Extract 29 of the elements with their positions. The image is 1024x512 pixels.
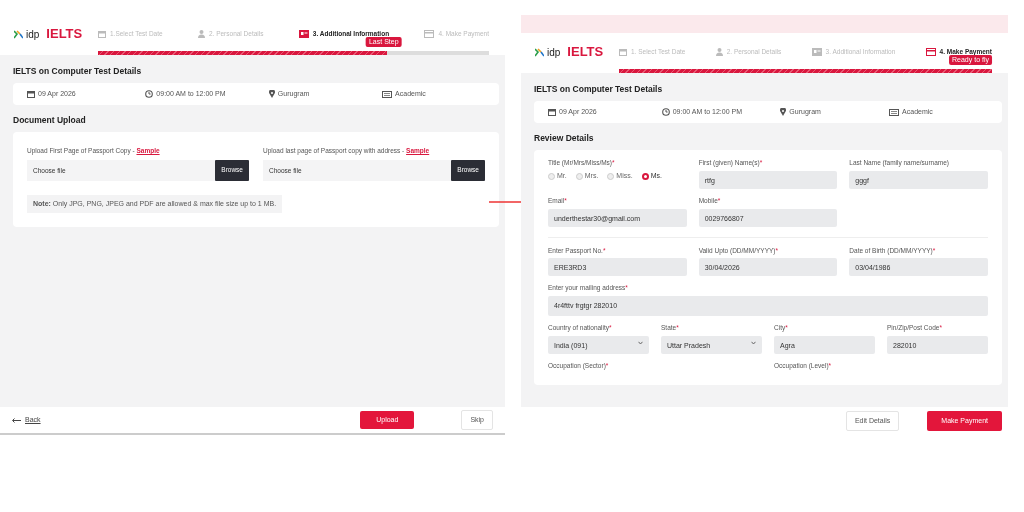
id-card-icon bbox=[298, 30, 309, 38]
product-logo-text: IELTS bbox=[46, 25, 83, 44]
calendar-icon bbox=[98, 30, 106, 38]
calendar-icon bbox=[619, 48, 627, 56]
calendar-icon bbox=[27, 90, 35, 98]
chevron-icon bbox=[751, 340, 756, 345]
back-arrow-icon bbox=[12, 417, 21, 423]
brand-logo-text: idp bbox=[547, 45, 561, 60]
section-title: IELTS on Computer Test Details bbox=[534, 83, 664, 96]
logo-mark-icon bbox=[14, 29, 23, 39]
location-pin-icon bbox=[268, 90, 275, 98]
logo-mark-icon bbox=[535, 47, 544, 57]
section-title: Review Details bbox=[534, 132, 595, 145]
credit-card-icon bbox=[424, 30, 435, 38]
chevron-icon bbox=[638, 340, 643, 345]
person-icon bbox=[715, 48, 723, 56]
id-card-icon bbox=[811, 48, 822, 56]
person-icon bbox=[197, 30, 205, 38]
section-title: Document Upload bbox=[13, 114, 87, 127]
section-title: IELTS on Computer Test Details bbox=[13, 65, 143, 78]
credit-card-icon bbox=[925, 48, 936, 56]
keyboard-icon bbox=[382, 90, 393, 98]
product-logo-text: IELTS bbox=[567, 43, 604, 62]
clock-icon bbox=[145, 90, 154, 98]
keyboard-icon bbox=[889, 108, 900, 116]
brand-logo-text: idp bbox=[26, 27, 40, 42]
location-pin-icon bbox=[780, 108, 787, 116]
clock-icon bbox=[661, 108, 670, 116]
calendar-icon bbox=[548, 108, 556, 116]
